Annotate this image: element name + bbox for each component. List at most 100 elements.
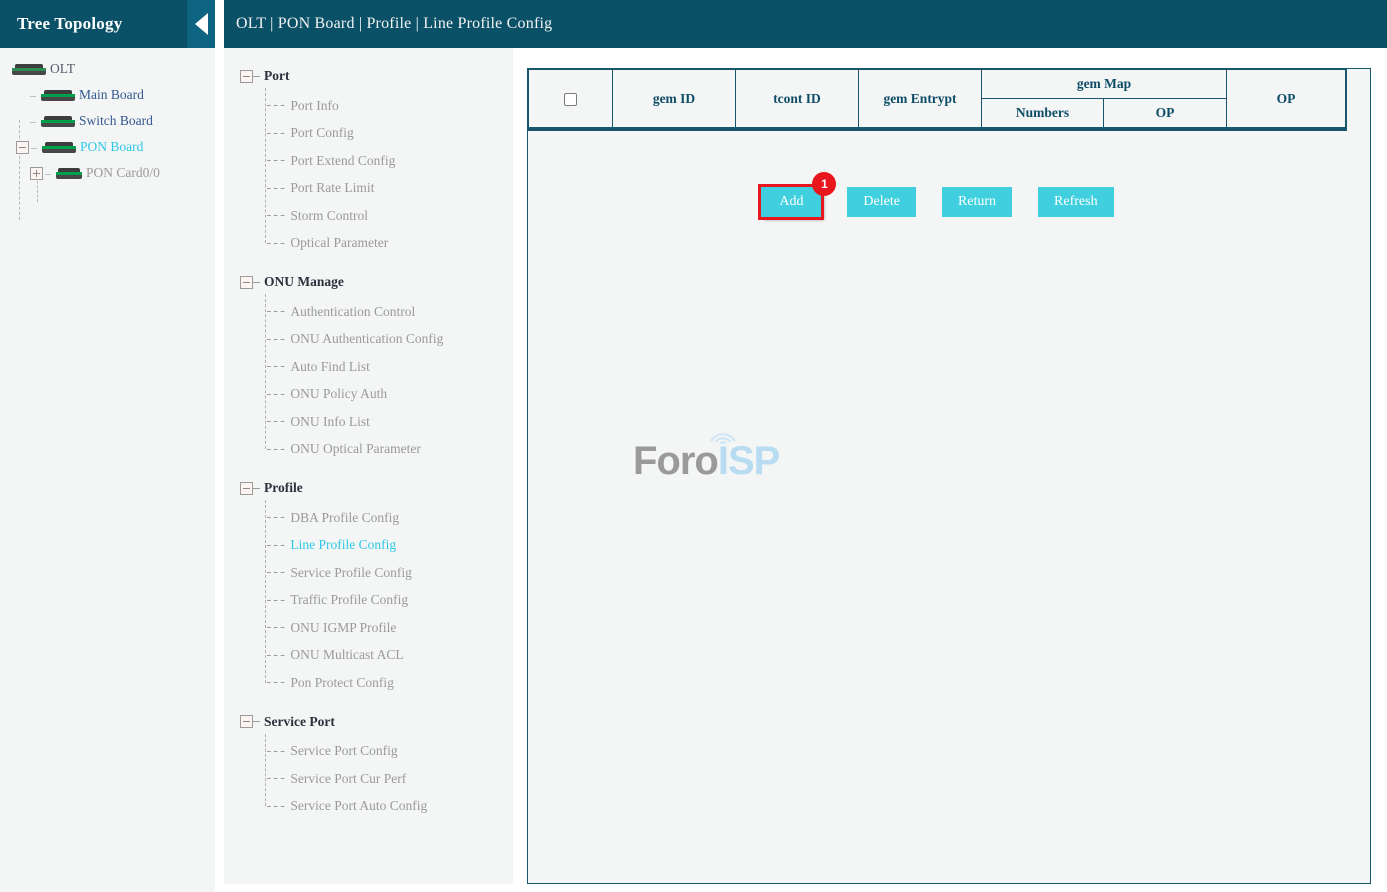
foroisp-watermark: ForoISP bbox=[633, 439, 779, 484]
collapse-expander-icon[interactable] bbox=[240, 70, 253, 83]
menu-item-auto-find-list[interactable]: --- Auto Find List bbox=[224, 353, 513, 381]
column-header-gem-map: gem Map bbox=[982, 70, 1227, 99]
menu-item-port-rate-limit[interactable]: --- Port Rate Limit bbox=[224, 175, 513, 203]
tree-node-pon-board[interactable]: – PON Board bbox=[0, 134, 215, 160]
menu-item-label: Service Profile Config bbox=[290, 565, 411, 581]
application-window: Tree Topology OLT – Main Board bbox=[0, 0, 1387, 892]
menu-group-header[interactable]: Port bbox=[224, 64, 513, 88]
menu-item-optical-parameter[interactable]: --- Optical Parameter bbox=[224, 230, 513, 258]
tree-node-list: OLT – Main Board – Switch Board bbox=[0, 48, 215, 186]
branch-tick: --- bbox=[265, 510, 285, 525]
refresh-button[interactable]: Refresh bbox=[1038, 187, 1114, 217]
menu-item-label: Storm Control bbox=[290, 208, 368, 224]
menu-item-port-extend-config[interactable]: --- Port Extend Config bbox=[224, 147, 513, 175]
branch-tick: --- bbox=[265, 387, 285, 402]
branch-tick: --- bbox=[265, 620, 285, 635]
menu-item-label: ONU Multicast ACL bbox=[290, 647, 403, 663]
menu-item-label: Line Profile Config bbox=[290, 537, 396, 553]
group-connector bbox=[253, 282, 260, 283]
content-area: gem ID tcont ID gem Entrypt gem Map OP N… bbox=[513, 48, 1387, 884]
menu-item-onu-optical-parameter[interactable]: --- ONU Optical Parameter bbox=[224, 436, 513, 464]
branch-tick: --- bbox=[265, 565, 285, 580]
menu-item-label: Service Port Config bbox=[290, 743, 397, 759]
menu-group-header[interactable]: Service Port bbox=[224, 710, 513, 734]
menu-item-list: --- Authentication Control --- ONU Authe… bbox=[224, 294, 513, 463]
branch-tick: --- bbox=[265, 771, 285, 786]
menu-item-list: --- Service Port Config --- Service Port… bbox=[224, 734, 513, 821]
tree-node-pon-card[interactable]: – PON Card0/0 bbox=[0, 160, 215, 186]
feature-menu-panel: Port --- Port Info --- Port Config --- P… bbox=[224, 48, 513, 884]
menu-item-line-profile-config[interactable]: --- Line Profile Config bbox=[224, 532, 513, 560]
group-connector bbox=[253, 488, 260, 489]
device-icon bbox=[42, 142, 76, 153]
tree-node-main-board[interactable]: – Main Board bbox=[0, 82, 215, 108]
menu-item-label: ONU Authentication Config bbox=[290, 331, 443, 347]
menu-item-label: Port Rate Limit bbox=[290, 180, 374, 196]
menu-item-onu-info-list[interactable]: --- ONU Info List bbox=[224, 408, 513, 436]
menu-item-port-config[interactable]: --- Port Config bbox=[224, 120, 513, 148]
branch-tick: --- bbox=[265, 98, 285, 113]
return-button[interactable]: Return bbox=[942, 187, 1012, 217]
column-header-op: OP bbox=[1227, 70, 1346, 128]
branch-tick: --- bbox=[265, 332, 285, 347]
menu-group-onu-manage: ONU Manage --- Authentication Control --… bbox=[224, 270, 513, 463]
menu-group-label: ONU Manage bbox=[264, 274, 344, 290]
menu-item-list: --- DBA Profile Config --- Line Profile … bbox=[224, 500, 513, 697]
select-all-cell bbox=[529, 70, 613, 128]
menu-item-label: Auto Find List bbox=[290, 359, 370, 375]
branch-tick-last: --- bbox=[265, 799, 285, 814]
delete-button[interactable]: Delete bbox=[847, 187, 916, 217]
menu-group-header[interactable]: Profile bbox=[224, 476, 513, 500]
group-connector bbox=[253, 721, 260, 722]
branch-tick: --- bbox=[265, 208, 285, 223]
tree-node-switch-board[interactable]: – Switch Board bbox=[0, 108, 215, 134]
watermark-part-isp: ISP bbox=[718, 439, 779, 483]
collapse-sidebar-button[interactable] bbox=[187, 0, 215, 48]
branch-tick-last: --- bbox=[265, 236, 285, 251]
add-button[interactable]: Add bbox=[761, 187, 821, 217]
branch-tick: --- bbox=[265, 126, 285, 141]
branch-tick: --- bbox=[265, 538, 285, 553]
menu-item-dba-profile-config[interactable]: --- DBA Profile Config bbox=[224, 504, 513, 532]
menu-item-pon-protect-config[interactable]: --- Pon Protect Config bbox=[224, 669, 513, 697]
menu-item-storm-control[interactable]: --- Storm Control bbox=[224, 202, 513, 230]
branch-tick: --- bbox=[265, 304, 285, 319]
tree-branch-dash: – bbox=[31, 140, 37, 155]
menu-group-header[interactable]: ONU Manage bbox=[224, 270, 513, 294]
collapse-expander-icon[interactable] bbox=[240, 482, 253, 495]
menu-item-label: Port Info bbox=[290, 98, 338, 114]
menu-item-service-port-config[interactable]: --- Service Port Config bbox=[224, 738, 513, 766]
select-all-checkbox[interactable] bbox=[564, 93, 577, 106]
menu-item-onu-multicast-acl[interactable]: --- ONU Multicast ACL bbox=[224, 642, 513, 670]
menu-item-traffic-profile-config[interactable]: --- Traffic Profile Config bbox=[224, 587, 513, 615]
menu-item-onu-policy-auth[interactable]: --- ONU Policy Auth bbox=[224, 381, 513, 409]
gem-table: gem ID tcont ID gem Entrypt gem Map OP N… bbox=[528, 69, 1346, 128]
menu-item-label: Port Extend Config bbox=[290, 153, 395, 169]
add-button-wrapper: Add 1 bbox=[761, 187, 821, 217]
tree-branch-dash: – bbox=[45, 166, 51, 181]
menu-item-authentication-control[interactable]: --- Authentication Control bbox=[224, 298, 513, 326]
tree-node-label: Main Board bbox=[79, 87, 144, 103]
branch-tick-last: --- bbox=[265, 675, 285, 690]
menu-item-onu-authentication-config[interactable]: --- ONU Authentication Config bbox=[224, 326, 513, 354]
menu-item-label: Optical Parameter bbox=[290, 235, 388, 251]
menu-group-port: Port --- Port Info --- Port Config --- P… bbox=[224, 64, 513, 257]
menu-item-service-port-cur-perf[interactable]: --- Service Port Cur Perf bbox=[224, 765, 513, 793]
tree-node-olt[interactable]: OLT bbox=[0, 56, 215, 82]
menu-item-onu-igmp-profile[interactable]: --- ONU IGMP Profile bbox=[224, 614, 513, 642]
tree-topology-panel: Tree Topology OLT – Main Board bbox=[0, 0, 215, 892]
menu-item-service-profile-config[interactable]: --- Service Profile Config bbox=[224, 559, 513, 587]
collapse-expander-icon[interactable] bbox=[240, 276, 253, 289]
menu-item-label: DBA Profile Config bbox=[290, 510, 399, 526]
tree-node-label: Switch Board bbox=[79, 113, 153, 129]
column-header-gem-map-numbers: Numbers bbox=[982, 99, 1104, 128]
menu-item-label: Authentication Control bbox=[290, 304, 415, 320]
menu-item-label: Service Port Cur Perf bbox=[290, 771, 406, 787]
expand-expander-icon[interactable] bbox=[30, 167, 43, 180]
menu-item-service-port-auto-config[interactable]: --- Service Port Auto Config bbox=[224, 793, 513, 821]
menu-item-port-info[interactable]: --- Port Info bbox=[224, 92, 513, 120]
menu-group-label: Profile bbox=[264, 480, 303, 496]
menu-item-label: ONU Info List bbox=[290, 414, 370, 430]
collapse-expander-icon[interactable] bbox=[16, 141, 29, 154]
collapse-expander-icon[interactable] bbox=[240, 715, 253, 728]
